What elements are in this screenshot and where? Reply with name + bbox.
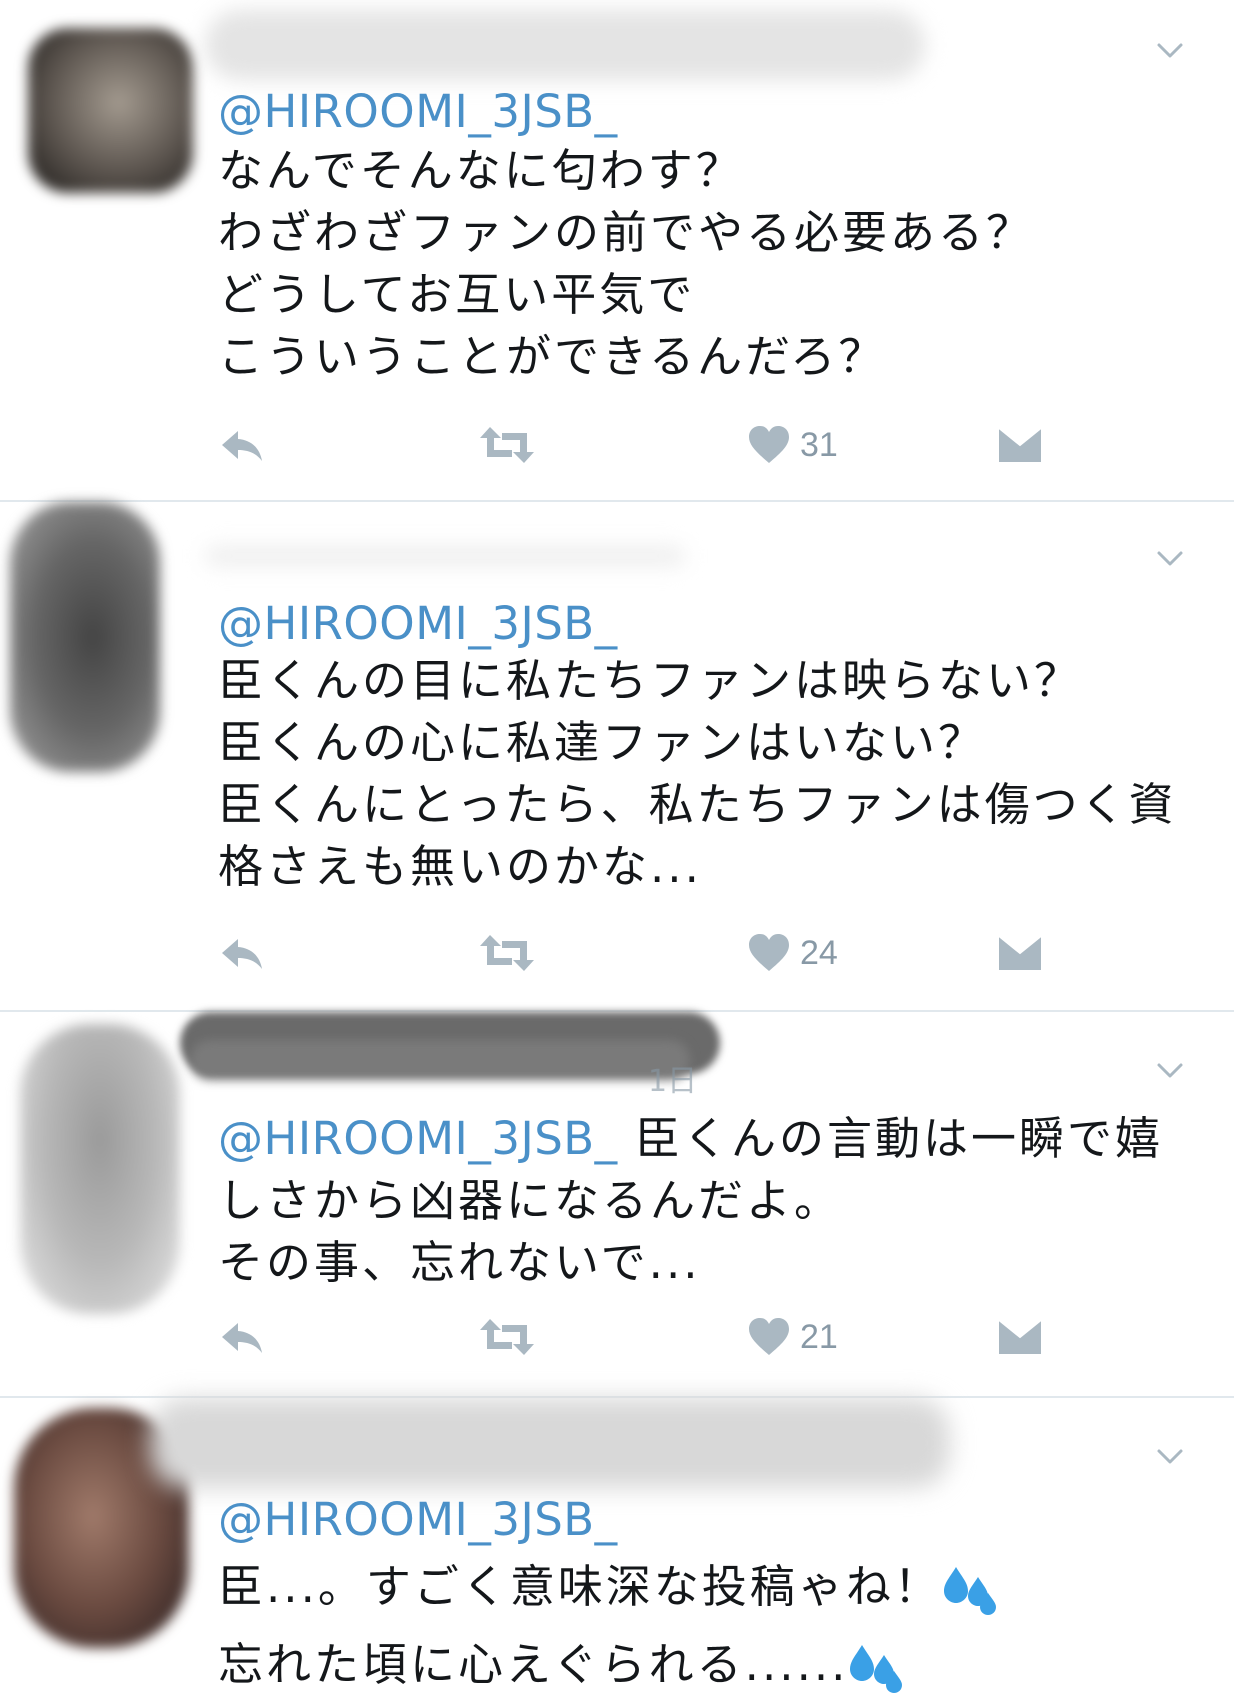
tweet-1[interactable]: @HIROOMI_3JSB_ なんでそんなに匂わす？ わざわざファンの前でやる必… <box>0 0 1234 500</box>
tweet-actions: 21 <box>218 1312 1058 1362</box>
heart-icon <box>749 426 789 463</box>
tweet-text-segment: 忘れた頃に心えぐられる...... <box>218 1638 849 1691</box>
dm-button[interactable] <box>998 420 1042 470</box>
dm-button[interactable] <box>998 928 1042 978</box>
tweet-text: @HIROOMI_3JSB_ 臣くんの言動は一瞬で嬉 しさから凶器になるんだよ。… <box>218 1108 1163 1294</box>
chevron-down-icon[interactable] <box>1156 544 1184 572</box>
retweet-icon <box>480 427 534 463</box>
reply-handle[interactable]: @HIROOMI_3JSB_ <box>218 1112 618 1165</box>
tweet-text-line: しさから凶器になるんだよ。 <box>218 1174 843 1227</box>
tweet-text-segment: 臣くんの言動は一瞬で嬉 <box>617 1112 1163 1165</box>
envelope-icon <box>998 935 1042 970</box>
envelope-icon <box>998 1319 1042 1354</box>
tweet-text-line: @HIROOMI_3JSB_ 臣くんの言動は一瞬で嬉 <box>218 1108 1163 1170</box>
tweet-text-line: 臣くんの目に私たちファンは映らない？ <box>218 654 1083 707</box>
tweet-text-line: なんでそんなに匂わす？ <box>218 144 744 197</box>
redacted-username <box>205 10 925 80</box>
retweet-button[interactable] <box>478 420 536 470</box>
tweet-2[interactable]: @HIROOMI_3JSB_ 臣くんの目に私たちファンは映らない？ 臣くんの心に… <box>0 502 1234 1010</box>
tweet-actions: 24 <box>218 928 1058 978</box>
reply-icon <box>222 939 262 969</box>
retweet-icon <box>480 1319 534 1355</box>
heart-icon <box>749 934 789 971</box>
tweet-timestamp[interactable]: 1日 <box>648 1056 697 1100</box>
tweet-text-line: こういうことができるんだろ？ <box>218 330 887 383</box>
redacted-username <box>205 546 685 566</box>
reply-handle[interactable]: @HIROOMI_3JSB_ <box>218 1494 618 1546</box>
dm-button[interactable] <box>998 1312 1042 1362</box>
reply-handle[interactable]: @HIROOMI_3JSB_ <box>218 86 618 138</box>
reply-button[interactable] <box>218 928 266 978</box>
tweet-3[interactable]: 1日 @HIROOMI_3JSB_ 臣くんの言動は一瞬で嬉 しさから凶器になるん… <box>0 1012 1234 1396</box>
sweat-droplets-icon <box>850 1645 903 1693</box>
tweet-text-line: 臣くんにとったら、私たちファンは傷つく資 <box>218 778 1177 831</box>
like-count: 24 <box>800 933 838 972</box>
like-button[interactable]: 21 <box>748 1312 838 1362</box>
reply-icon <box>222 431 262 461</box>
reply-icon <box>222 1323 262 1353</box>
tweet-text: 臣くんの目に私たちファンは映らない？ 臣くんの心に私達ファンはいない？ 臣くんに… <box>218 650 1177 898</box>
tweet-4[interactable]: @HIROOMI_3JSB_ 臣...。すごく意味深な投稿ゃね！ 忘れた頃に心え… <box>0 1398 1234 1702</box>
reply-handle[interactable]: @HIROOMI_3JSB_ <box>218 598 618 650</box>
tweet-text-line: 臣くんの心に私達ファンはいない？ <box>218 716 987 769</box>
chevron-down-icon[interactable] <box>1156 1056 1184 1084</box>
reply-button[interactable] <box>218 1312 266 1362</box>
tweet-text-line: どうしてお互い平気で <box>218 268 696 321</box>
like-count: 31 <box>800 425 838 464</box>
tweet-text-line: その事、忘れないで... <box>218 1236 701 1289</box>
avatar[interactable] <box>20 1024 180 1314</box>
tweet-text-segment: 臣...。すごく意味深な投稿ゃね！ <box>218 1560 942 1613</box>
heart-icon <box>749 1318 789 1355</box>
chevron-down-icon[interactable] <box>1156 36 1184 64</box>
avatar[interactable] <box>10 502 160 772</box>
tweet-text: 臣...。すごく意味深な投稿ゃね！ 忘れた頃に心えぐられる...... <box>218 1548 998 1704</box>
tweet-text-line: 格さえも無いのかな... <box>218 840 702 893</box>
retweet-icon <box>480 935 534 971</box>
redacted-username <box>190 1040 690 1080</box>
like-button[interactable]: 31 <box>748 420 838 470</box>
like-button[interactable]: 24 <box>748 928 838 978</box>
retweet-button[interactable] <box>478 1312 536 1362</box>
tweet-actions: 31 <box>218 420 1058 470</box>
tweet-text: なんでそんなに匂わす？ わざわざファンの前でやる必要ある？ どうしてお互い平気で… <box>218 140 1034 388</box>
reply-button[interactable] <box>218 420 266 470</box>
tweet-text-line: 忘れた頃に心えぐられる...... <box>218 1626 998 1704</box>
like-count: 21 <box>800 1317 838 1356</box>
avatar[interactable] <box>28 28 193 193</box>
tweet-text-line: わざわざファンの前でやる必要ある？ <box>218 206 1035 259</box>
retweet-button[interactable] <box>478 928 536 978</box>
tweet-text-line: 臣...。すごく意味深な投稿ゃね！ <box>218 1548 998 1626</box>
redacted-username <box>150 1398 950 1488</box>
sweat-droplets-icon <box>943 1567 996 1615</box>
chevron-down-icon[interactable] <box>1156 1442 1184 1470</box>
envelope-icon <box>998 427 1042 462</box>
